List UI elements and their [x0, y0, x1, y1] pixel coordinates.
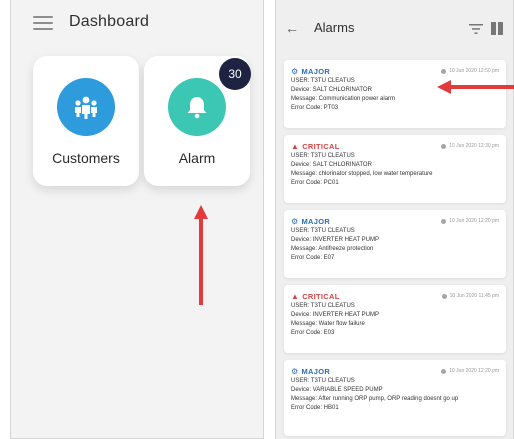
clock-icon [441, 218, 447, 224]
alarm-error-code: Error Code: E03 [291, 330, 335, 336]
alarm-label: Alarm [178, 150, 216, 166]
dashboard-header: Dashboard [11, 0, 263, 46]
back-arrow-icon[interactable]: ← [285, 20, 299, 36]
menu-icon[interactable] [33, 16, 53, 30]
alarm-count-badge: 30 [219, 58, 251, 90]
timestamp: 10 Jun 2020 12:50 pm [441, 68, 499, 74]
alarm-message: Message: Antifreeze protection [291, 246, 374, 252]
alarm-message: Message: Water flow failure [291, 321, 365, 327]
alarm-item[interactable]: ⚙ MAJOR 10 Jun 2020 12:50 pm USER: T3TU C… [284, 60, 506, 128]
alarm-error-code: Error Code: HB01 [291, 405, 339, 411]
alarm-item[interactable]: ▲ CRITICAL 10 Jun 2020 12:30 pm USER: T3T… [284, 135, 506, 203]
alarm-item[interactable]: ▲ CRITICAL 10 Jun 2020 11:45 pm USER: T3T… [284, 285, 506, 353]
clock-icon [441, 143, 447, 149]
alarm-message: Message: After running ORP pump, ORP rea… [291, 396, 459, 402]
warning-icon: ▲ [291, 291, 300, 301]
alarm-user: USER: T3TU CLEATUS [291, 228, 355, 234]
gear-icon: ⚙ [291, 366, 299, 376]
timestamp: 10 Jun 2020 12:20 pm [441, 218, 499, 224]
alarms-screen: ← Alarms ⚙ MAJOR 10 Jun 2020 12:50 pm USE… [275, 0, 514, 439]
severity-label: ⚙ MAJOR [291, 216, 331, 226]
alarm-device: Device: SALT CHLORINATOR [291, 162, 372, 168]
alarm-user: USER: T3TU CLEATUS [291, 153, 355, 159]
page-title: Alarms [314, 20, 355, 35]
customers-label: Customers [52, 150, 120, 166]
alarm-user: USER: T3TU CLEATUS [291, 378, 355, 384]
alarm-message: Message: Communication power alarm [291, 96, 396, 102]
timestamp: 10 Jun 2020 12:30 pm [441, 143, 499, 149]
clock-icon [441, 368, 447, 374]
alarm-user: USER: T3TU CLEATUS [291, 303, 355, 309]
alarm-device: Device: INVERTER HEAT PUMP [291, 312, 380, 318]
clock-icon [441, 68, 447, 74]
severity-label: ▲ CRITICAL [291, 291, 340, 301]
bell-icon [168, 78, 226, 136]
timestamp: 10 Jun 2020 12:20 pm [441, 368, 499, 374]
warning-icon: ▲ [291, 141, 300, 151]
customers-card[interactable]: Customers [33, 56, 139, 186]
severity-label: ▲ CRITICAL [291, 141, 340, 151]
book-icon[interactable] [491, 22, 503, 35]
alarm-item[interactable]: ⚙ MAJOR 10 Jun 2020 12:20 pm USER: T3TU C… [284, 210, 506, 278]
alarm-device: Device: INVERTER HEAT PUMP [291, 237, 380, 243]
clock-icon [441, 293, 447, 299]
severity-label: ⚙ MAJOR [291, 66, 331, 76]
gear-icon: ⚙ [291, 216, 299, 226]
annotation-arrow-left [437, 80, 514, 94]
alarm-message: Message: chlorinator stopped, low water … [291, 171, 433, 177]
dashboard-screen: Dashboard Customers Alarm 30 [10, 0, 264, 439]
alarms-header: ← Alarms [276, 0, 513, 52]
alarm-error-code: Error Code: PC01 [291, 180, 339, 186]
alarm-error-code: Error Code: E07 [291, 255, 335, 261]
alarm-error-code: Error Code: PT03 [291, 105, 339, 111]
gear-icon: ⚙ [291, 66, 299, 76]
filter-icon[interactable] [469, 24, 483, 34]
severity-label: ⚙ MAJOR [291, 366, 331, 376]
alarm-device: Device: VARIABLE SPEED PUMP [291, 387, 383, 393]
annotation-arrow-up [194, 205, 208, 305]
users-icon [57, 78, 115, 136]
timestamp: 10 Jun 2020 11:45 pm [441, 293, 499, 299]
alarm-item[interactable]: ⚙ MAJOR 10 Jun 2020 12:20 pm USER: T3TU C… [284, 360, 506, 436]
page-title: Dashboard [69, 13, 150, 30]
